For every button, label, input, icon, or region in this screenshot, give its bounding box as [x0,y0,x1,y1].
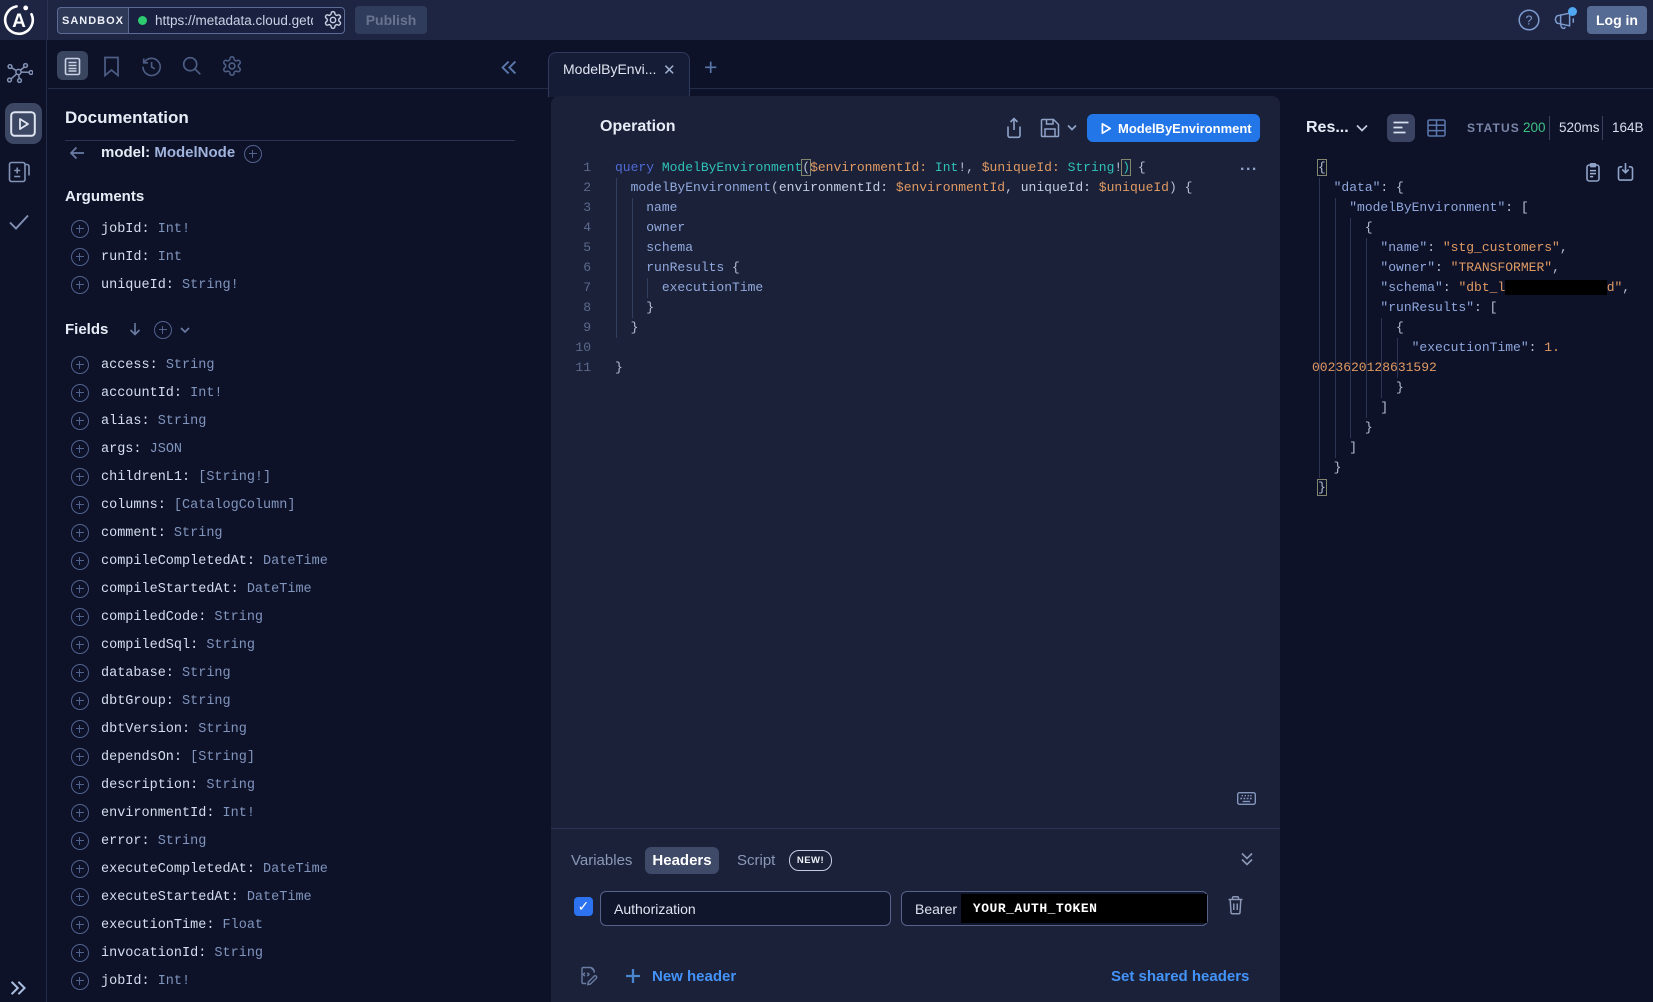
svg-text:?: ? [1526,14,1533,28]
svg-text:A: A [12,11,26,32]
